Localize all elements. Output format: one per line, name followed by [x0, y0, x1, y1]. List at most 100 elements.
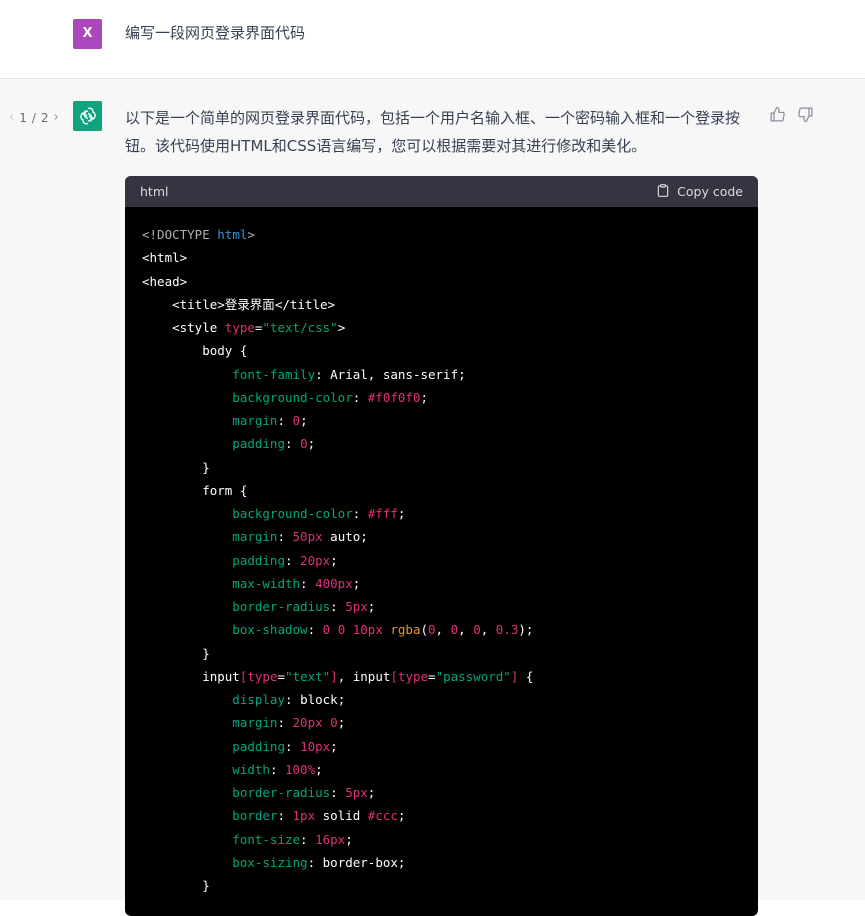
code-token: padding	[142, 738, 285, 754]
next-response-icon[interactable]: ›	[54, 110, 59, 125]
code-line: }	[142, 456, 741, 479]
code-line: font-family: Arial, sans-serif;	[142, 363, 741, 386]
code-token: ;	[397, 854, 406, 870]
code-token: 16px	[315, 831, 346, 847]
code-token: body	[142, 343, 240, 359]
code-line: margin: 20px 0;	[142, 711, 741, 734]
code-token: display	[142, 692, 285, 707]
code-token: auto	[322, 529, 361, 545]
code-token: font-size	[142, 831, 301, 847]
copy-code-label: Copy code	[677, 184, 743, 199]
code-line: padding: 20px;	[142, 549, 741, 572]
code-token: type	[247, 668, 278, 684]
code-token: 0	[450, 622, 459, 638]
user-avatar: X	[73, 19, 102, 49]
code-token: ;	[307, 436, 316, 452]
chatgpt-logo-icon	[73, 101, 102, 131]
code-token: :	[285, 436, 301, 452]
pager-separator: /	[31, 110, 36, 125]
code-token: font-family	[142, 366, 316, 382]
code-token: <style	[142, 320, 225, 335]
code-line: <title>登录界面</title>	[142, 293, 741, 316]
clipboard-icon	[656, 183, 670, 201]
code-token: 1px	[292, 808, 316, 824]
code-token: {	[239, 482, 248, 498]
assistant-message-text: 以下是一个简单的网页登录界面代码，包括一个用户名输入框、一个密码输入框和一个登录…	[125, 109, 741, 155]
code-token: margin	[142, 413, 278, 428]
code-line: box-shadow: 0 0 10px rgba(0, 0, 0, 0.3);	[142, 618, 741, 641]
code-token: :	[330, 599, 346, 614]
pager-total: 2	[40, 110, 49, 125]
code-token: :	[285, 692, 301, 707]
code-token: =	[428, 668, 436, 684]
code-token: border-radius	[142, 785, 331, 800]
code-line: }	[142, 874, 741, 897]
thumbs-down-icon[interactable]	[797, 106, 814, 123]
code-token: >	[337, 320, 346, 335]
thumbs-up-icon[interactable]	[769, 106, 786, 123]
code-line: <head>	[142, 270, 741, 293]
assistant-message-row: ‹ 1 / 2 › 以下是一个简单的网页登录界面代码，包括一个用户名输入框、一个…	[0, 79, 865, 916]
code-token: #fff	[367, 506, 398, 521]
code-line: margin: 50px auto;	[142, 525, 741, 548]
code-token: border-radius	[142, 599, 331, 614]
code-token: :	[352, 389, 368, 405]
code-line: <html>	[142, 246, 741, 269]
code-token: 0	[300, 436, 308, 452]
code-token: background-color	[142, 506, 353, 521]
code-header: html Copy code	[125, 176, 758, 207]
code-token: 0.3	[495, 622, 519, 638]
code-token: :	[285, 552, 301, 568]
code-token: :	[300, 831, 316, 847]
code-token: "text"	[285, 668, 331, 684]
code-token: :	[277, 808, 293, 824]
code-line: padding: 10px;	[142, 735, 741, 758]
code-token: ;	[360, 529, 368, 545]
code-token: margin	[142, 529, 278, 545]
code-token: <html>	[142, 250, 188, 266]
code-token: :	[269, 761, 285, 777]
code-token: 登录界面	[224, 296, 275, 312]
code-token: Arial, sans-serif	[330, 366, 459, 382]
code-token: form	[142, 482, 240, 498]
code-token: padding	[142, 436, 285, 452]
code-token: ;	[352, 575, 361, 591]
code-token: }	[142, 878, 210, 893]
code-token: ;	[397, 808, 406, 824]
code-token: "password"	[435, 668, 511, 684]
code-token: :	[315, 366, 331, 382]
code-line: display: block;	[142, 688, 741, 711]
code-token: ,	[435, 622, 451, 638]
previous-response-icon[interactable]: ‹	[9, 110, 14, 125]
copy-code-button[interactable]: Copy code	[656, 183, 743, 201]
code-token: border-box	[322, 854, 398, 870]
code-token: border	[142, 808, 278, 824]
code-token: input	[142, 668, 240, 684]
code-token: margin	[142, 715, 278, 731]
code-token: <!DOCTYPE	[142, 227, 218, 242]
code-token: }	[142, 645, 210, 661]
code-token: :	[285, 738, 301, 754]
code-token: (	[420, 622, 429, 638]
code-token: 5px	[345, 785, 368, 800]
code-token: #ccc	[367, 808, 398, 824]
code-token: }	[142, 459, 210, 475]
code-token: rgba	[390, 622, 421, 638]
user-message-text: 编写一段网页登录界面代码	[125, 24, 306, 42]
code-block: html Copy code <!DOCTYPE html > <html> <hea…	[125, 176, 758, 916]
code-token: 0 0 10px	[322, 622, 391, 638]
code-token: html	[217, 227, 248, 242]
pager-current: 1	[19, 110, 27, 125]
code-token: "text/css"	[262, 320, 338, 335]
code-content: <!DOCTYPE html > <html> <head> <title>登录界面<…	[125, 207, 758, 897]
code-token: ;	[458, 366, 466, 382]
code-line: box-sizing: border-box;	[142, 851, 741, 874]
code-line: background-color: #f0f0f0;	[142, 386, 741, 409]
code-token: );	[518, 622, 534, 638]
code-token: background-color	[142, 389, 353, 405]
code-token: 0	[292, 413, 301, 428]
code-token: {	[518, 668, 534, 684]
code-token: ;	[397, 506, 406, 521]
code-token: max-width	[142, 575, 301, 591]
code-line: background-color: #fff;	[142, 502, 741, 525]
